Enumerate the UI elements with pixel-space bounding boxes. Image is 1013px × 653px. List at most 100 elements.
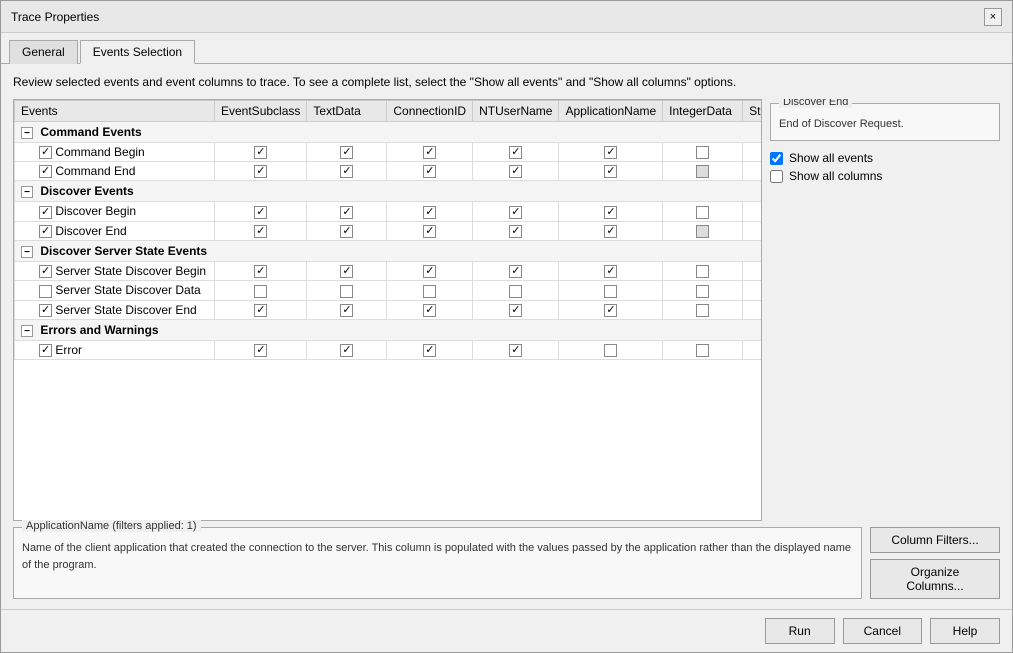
cb[interactable] — [254, 225, 267, 238]
cb[interactable] — [604, 225, 617, 238]
cell[interactable] — [663, 341, 743, 360]
row-checkbox-discover-begin[interactable] — [39, 206, 52, 219]
cell[interactable] — [307, 142, 387, 161]
cell[interactable] — [743, 221, 762, 240]
cb[interactable] — [423, 206, 436, 219]
cb[interactable] — [696, 285, 709, 298]
cb[interactable] — [340, 265, 353, 278]
cb[interactable] — [509, 225, 522, 238]
cell[interactable] — [743, 341, 762, 360]
cell[interactable] — [559, 341, 663, 360]
cb[interactable] — [254, 265, 267, 278]
cell[interactable] — [743, 162, 762, 181]
cell[interactable] — [387, 341, 473, 360]
cell[interactable] — [663, 142, 743, 161]
expand-discover-server-state[interactable]: − — [21, 246, 33, 258]
row-checkbox-discover-end[interactable] — [39, 225, 52, 238]
cell[interactable] — [387, 162, 473, 181]
cell[interactable] — [307, 281, 387, 300]
cb[interactable] — [254, 285, 267, 298]
cb[interactable] — [696, 265, 709, 278]
cb[interactable] — [509, 165, 522, 178]
cell[interactable] — [307, 262, 387, 281]
events-table-container[interactable]: Events EventSubclass TextData Connection… — [13, 99, 762, 521]
cell[interactable] — [473, 162, 559, 181]
cb[interactable] — [254, 206, 267, 219]
cb[interactable] — [340, 206, 353, 219]
cell[interactable] — [215, 300, 307, 319]
cell[interactable] — [307, 341, 387, 360]
cell[interactable] — [559, 262, 663, 281]
cb[interactable] — [604, 165, 617, 178]
cell[interactable] — [473, 142, 559, 161]
cb[interactable] — [696, 146, 709, 159]
cell[interactable] — [473, 300, 559, 319]
cell[interactable] — [559, 202, 663, 221]
close-button[interactable]: × — [984, 8, 1002, 26]
cb[interactable] — [254, 165, 267, 178]
cell[interactable] — [559, 221, 663, 240]
run-button[interactable]: Run — [765, 618, 835, 644]
expand-command-events[interactable]: − — [21, 127, 33, 139]
cb[interactable] — [340, 225, 353, 238]
cb[interactable] — [423, 225, 436, 238]
cell[interactable] — [663, 300, 743, 319]
cell[interactable] — [559, 162, 663, 181]
cb[interactable] — [340, 285, 353, 298]
cell[interactable] — [387, 142, 473, 161]
cb[interactable] — [509, 265, 522, 278]
cb[interactable] — [423, 285, 436, 298]
cell[interactable] — [473, 221, 559, 240]
cb[interactable] — [696, 206, 709, 219]
row-checkbox-ssde[interactable] — [39, 304, 52, 317]
cell[interactable] — [743, 262, 762, 281]
row-checkbox-error[interactable] — [39, 344, 52, 357]
cb[interactable] — [509, 304, 522, 317]
expand-discover-events[interactable]: − — [21, 186, 33, 198]
cell[interactable] — [215, 162, 307, 181]
cb[interactable] — [604, 206, 617, 219]
cell[interactable] — [663, 281, 743, 300]
cell[interactable] — [743, 202, 762, 221]
cell[interactable] — [307, 221, 387, 240]
cb[interactable] — [423, 165, 436, 178]
cb[interactable] — [696, 165, 709, 178]
cancel-button[interactable]: Cancel — [843, 618, 922, 644]
cb[interactable] — [340, 146, 353, 159]
cell[interactable] — [387, 221, 473, 240]
cb[interactable] — [604, 265, 617, 278]
cell[interactable] — [387, 262, 473, 281]
show-all-events-checkbox[interactable] — [770, 152, 783, 165]
cb[interactable] — [509, 285, 522, 298]
cell[interactable] — [387, 281, 473, 300]
tab-events-selection[interactable]: Events Selection — [80, 40, 195, 64]
cell[interactable] — [215, 221, 307, 240]
cell[interactable] — [215, 202, 307, 221]
cell[interactable] — [559, 142, 663, 161]
show-all-columns-checkbox[interactable] — [770, 170, 783, 183]
cb[interactable] — [604, 344, 617, 357]
row-checkbox-command-end[interactable] — [39, 165, 52, 178]
cell[interactable] — [663, 202, 743, 221]
cell[interactable] — [743, 281, 762, 300]
cb[interactable] — [340, 165, 353, 178]
cell[interactable] — [387, 202, 473, 221]
cb[interactable] — [423, 344, 436, 357]
cell[interactable] — [559, 300, 663, 319]
cell[interactable] — [663, 221, 743, 240]
cell[interactable] — [473, 341, 559, 360]
column-filters-button[interactable]: Column Filters... — [870, 527, 1000, 553]
cell[interactable] — [307, 202, 387, 221]
cell[interactable] — [743, 300, 762, 319]
expand-errors-warnings[interactable]: − — [21, 325, 33, 337]
cb[interactable] — [604, 146, 617, 159]
cb[interactable] — [254, 344, 267, 357]
row-checkbox-command-begin[interactable] — [39, 146, 52, 159]
cb[interactable] — [509, 146, 522, 159]
cb[interactable] — [254, 146, 267, 159]
cb[interactable] — [604, 304, 617, 317]
cb[interactable] — [340, 344, 353, 357]
cell[interactable] — [559, 281, 663, 300]
cell[interactable] — [215, 262, 307, 281]
cb[interactable] — [696, 304, 709, 317]
